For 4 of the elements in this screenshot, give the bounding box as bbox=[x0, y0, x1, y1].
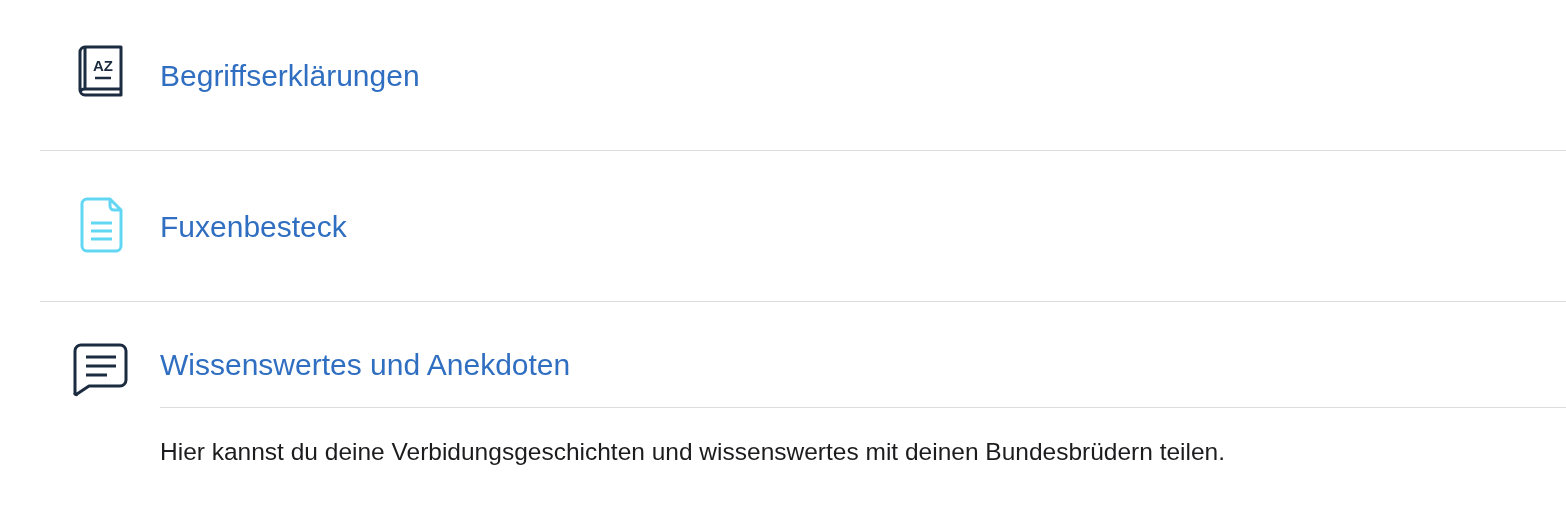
description-text: Hier kannst du deine Verbidungsgeschichten und wissenswertes mit deinen Bundesbrüdern teilen. bbox=[160, 437, 1227, 467]
section-link[interactable]: Begriffserklärungen bbox=[160, 52, 1566, 98]
section-link[interactable]: Fuxenbesteck bbox=[160, 203, 1566, 249]
section-link[interactable]: Wissenswertes und Anekdoten bbox=[160, 342, 1566, 408]
